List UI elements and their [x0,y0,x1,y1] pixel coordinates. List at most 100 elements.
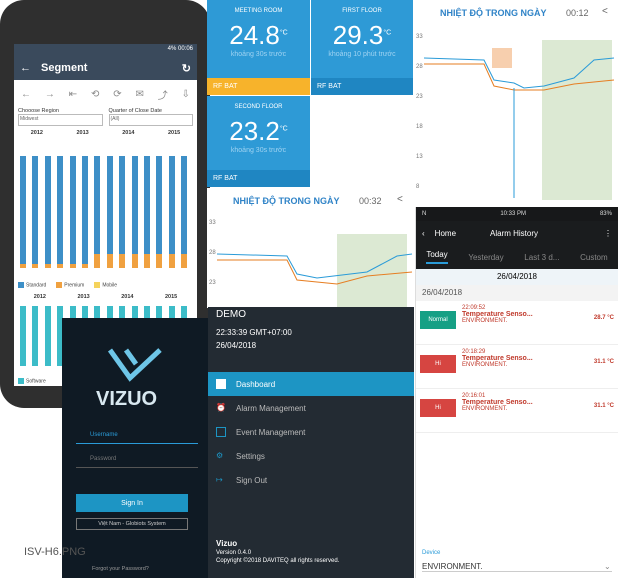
tab-custom[interactable]: Custom [580,253,608,262]
tile-ago: khoảng 30s trước [230,147,287,154]
alarm-badge: Normal [420,311,456,329]
alarm-location: ENVIRONMENT. [462,362,508,368]
event-icon [216,427,226,437]
revert-icon[interactable]: ⟲ [91,89,99,100]
chart-legend-2: Software [18,378,46,384]
system-select[interactable]: Việt Nam - Globiots System [76,518,188,530]
more-icon[interactable]: ⋮ [604,229,612,238]
y-tick: 28 [209,250,216,256]
filter-region-value[interactable]: Midwest [18,114,103,126]
filter-quarter[interactable]: Quarter of Close Date (All) [108,108,193,126]
tile-second-floor[interactable]: SECOND FLOOR 23.2°C khoảng 30s trước RF … [207,96,310,187]
nav-drawer: DEMO 22:33:39 GMT+07:00 26/04/2018 Dashb… [208,307,414,578]
alarm-badge: Hi [420,355,456,373]
refresh-data-icon[interactable]: ⟳ [113,89,121,100]
drawer-date: 26/04/2018 [216,341,257,350]
chart-bar [119,156,126,268]
date-group: 26/04/2018 [416,285,618,301]
chart-bar [20,306,26,366]
alarm-value: 31.1 °C [593,359,614,365]
menu-event[interactable]: Event Management [208,420,414,444]
alarm-row[interactable]: Hi 20:16:01 Temperature Senso... ENVIRONMEN… [416,389,618,433]
bar-segment [20,264,26,268]
alarm-info: 20:18:29 Temperature Senso... ENVIRONMENT. [462,349,588,368]
alarm-row[interactable]: Hi 20:18:29 Temperature Senso... ENVIRONMEN… [416,345,618,389]
forgot-link[interactable]: Forgot your Password? [92,566,149,572]
back-chevron-icon[interactable]: ‹ [422,229,425,238]
app-version: Version 0.4.0 [216,550,252,556]
phone-status-bar: 4% 00:06 [14,44,197,56]
image-caption: ISV-H6.PNG [24,546,86,558]
bar-segment [94,254,101,268]
temp-chart-mid: NHIỆT ĐỘ TRONG NGÀY 00:32 < 33 28 23 [207,188,414,308]
tile-ago: khoảng 30s trước [230,51,287,58]
tile-meeting-room[interactable]: MEETING ROOM 24.8°C khoảng 30s trước RF … [207,0,310,95]
share-icon[interactable]: ⤴ [158,87,168,102]
bar-segment [106,254,113,268]
drawer-user: DEMO [216,309,246,320]
phone-title: Segment [41,62,88,74]
chart-bar [44,156,51,268]
bar-segment [44,264,51,268]
area-highlight [542,40,612,200]
menu-alarm[interactable]: ⏰ Alarm Management [208,396,414,420]
temp-line-chart: 33 28 23 [209,220,413,308]
alarm-header: ‹ Home Alarm History ⋮ [416,221,618,245]
first-icon[interactable]: ⇤ [69,89,77,100]
tab-today[interactable]: Today [426,250,448,264]
download-icon[interactable]: ⇩ [182,89,190,100]
refresh-clock: 00:12 [566,8,589,18]
undo-icon[interactable]: ← [21,89,31,100]
chart-bar [32,156,39,268]
menu-settings[interactable]: ⚙ Settings [208,444,414,468]
bar-segment [144,254,150,268]
bar-segment [69,264,76,268]
year-label: 2014 [122,130,135,136]
y-tick: 33 [209,220,216,226]
share-icon[interactable]: < [602,6,608,17]
device-select[interactable]: ENVIRONMENT. [422,562,612,572]
share-icon[interactable]: < [397,194,403,205]
y-tick: 8 [416,184,420,190]
chart-title: NHIỆT ĐỘ TRONG NGÀY [233,196,340,206]
password-field[interactable]: Password [76,456,198,468]
alarm-history-screen: N 10:33 PM 83% ‹ Home Alarm History ⋮ To… [415,207,618,578]
device-label: Device [422,550,441,556]
back-arrow-icon[interactable]: ← [20,62,31,74]
menu-dashboard[interactable]: Dashboard [208,372,414,396]
chart-bar [168,156,175,268]
alarm-location: ENVIRONMENT. [462,406,508,412]
legend-premium: Premium [56,282,84,288]
dashboard-icon [216,379,226,389]
y-tick: 23 [416,94,423,100]
year-label: 2012 [30,130,43,136]
temp-chart-top: NHIỆT ĐỘ TRONG NGÀY 00:12 < 33 28 23 18 … [414,0,618,205]
alarm-list: Normal 22:09:52 Temperature Senso... ENVIRO… [416,301,618,433]
alarm-row[interactable]: Normal 22:09:52 Temperature Senso... ENVIRO… [416,301,618,345]
back-label[interactable]: Home [435,229,456,238]
bar-segment [57,264,64,268]
chart-bar [69,156,76,268]
tab-last3[interactable]: Last 3 d... [524,253,559,262]
username-field[interactable]: Username [76,432,198,444]
bar-segment [156,254,163,268]
menu-signout[interactable]: ↦ Sign Out [208,468,414,492]
tile-status-bar: RF BAT [311,78,413,95]
status-battery: 83% [599,211,612,217]
refresh-icon[interactable]: ↻ [182,62,191,75]
menu-label: Settings [236,451,265,461]
tile-first-floor[interactable]: FIRST FLOOR 29.3°C khoảng 10 phút trước … [311,0,413,95]
alarm-name: Temperature Senso... [462,355,533,362]
filter-region[interactable]: Chooose Region Midwest [18,108,103,126]
email-icon[interactable]: ✉ [135,89,143,100]
chart-bar [20,156,26,268]
filter-quarter-value[interactable]: (All) [108,114,193,126]
chevron-down-icon[interactable]: ⌄ [604,562,611,571]
status-time: 10:33 PM [500,211,526,217]
tile-value: 29.3°C [332,20,392,50]
menu-label: Dashboard [236,379,276,389]
signin-button[interactable]: Sign In [76,494,188,512]
year-label: 2013 [77,294,90,300]
tab-yesterday[interactable]: Yesterday [468,253,503,262]
redo-icon[interactable]: → [45,89,55,100]
